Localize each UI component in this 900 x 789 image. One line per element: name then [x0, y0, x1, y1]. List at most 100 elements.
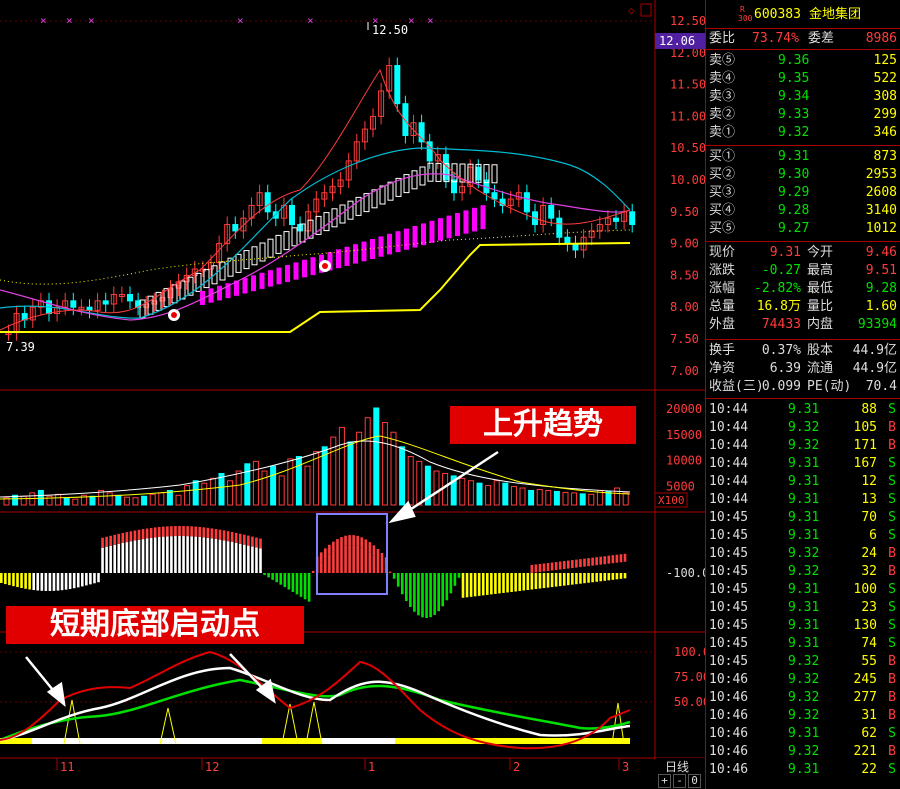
stat-label: 收益(三)	[709, 379, 764, 394]
zoom-in-button[interactable]: +	[658, 774, 671, 788]
reset-button[interactable]: 0	[688, 774, 701, 788]
quote-row: 总量 16.8万 量比 1.60	[706, 298, 900, 316]
macd-bar	[137, 539, 141, 573]
period-label[interactable]: 日线	[665, 758, 689, 775]
zoom-out-button[interactable]: -	[673, 774, 686, 788]
ribbon-bar	[344, 246, 350, 266]
candle	[613, 217, 619, 222]
macd-bar	[101, 547, 104, 573]
bid-price: 9.31	[778, 149, 810, 164]
tick-side: S	[888, 636, 896, 651]
stat-value: 6.39	[769, 361, 801, 376]
ask-label: 卖③	[709, 89, 736, 104]
macd-bar	[368, 552, 372, 573]
volume-bar	[166, 489, 173, 506]
svg-text:×: ×	[88, 14, 95, 27]
tick-price: 9.31	[788, 600, 820, 615]
macd-bar	[328, 554, 331, 573]
ribbon-bar	[472, 207, 477, 232]
quote-row: 外盘 74433 内盘 93394	[706, 316, 900, 334]
macd-bar	[64, 573, 68, 590]
tick-price: 9.32	[788, 654, 820, 669]
macd-bar	[429, 573, 432, 618]
stat-value: 70.4	[865, 379, 897, 394]
quote-label: 内盘	[807, 317, 834, 332]
macd-bar	[490, 573, 493, 595]
stat-value: 0.37%	[761, 343, 801, 358]
quote-value: 74433	[761, 317, 801, 332]
macd-bar	[518, 573, 521, 591]
ribbon-bar	[285, 265, 290, 282]
price-tick: 9.50	[670, 205, 699, 219]
price-tick: 11.00	[670, 109, 705, 123]
macd-bar	[125, 542, 129, 573]
price-tick: 10.00	[670, 173, 705, 187]
ticks-row: 10:45 9.31 130 S	[706, 617, 900, 635]
tick-side: B	[888, 564, 896, 579]
tick-volume: 277	[853, 690, 877, 705]
macd-bar	[348, 545, 351, 573]
ribbon-bar	[276, 267, 282, 285]
macd-bar	[356, 545, 359, 573]
candle	[289, 204, 295, 226]
bid-price: 9.27	[778, 221, 810, 236]
ticks-row: 10:44 9.31 88 S	[706, 401, 900, 419]
svg-text:×: ×	[66, 14, 73, 27]
macd-bar	[530, 573, 534, 590]
quote-row: 涨跌 -0.27 最高 9.51	[706, 262, 900, 280]
macd-bar	[311, 570, 315, 573]
macd-bar	[149, 537, 153, 573]
asks-row: 卖② 9.33 299	[706, 106, 900, 124]
current-price-label: 12.06	[659, 34, 695, 48]
macd-bar	[89, 573, 92, 585]
svg-text:×: ×	[307, 14, 314, 27]
macd-bar	[170, 536, 173, 573]
ask-label: 卖②	[709, 107, 736, 122]
volume-bar	[399, 446, 406, 506]
macd-bar	[554, 573, 558, 587]
tick-time: 10:44	[709, 402, 749, 417]
macd-bar	[117, 543, 121, 573]
macd-bar	[425, 573, 428, 618]
diamond-icon[interactable]: ◇	[628, 4, 635, 17]
stat-label: 净资	[709, 361, 736, 376]
tick-time: 10:46	[709, 744, 749, 759]
quote-row: 现价 9.31 今开 9.46	[706, 244, 900, 262]
quote-value: 93394	[857, 317, 897, 332]
macd-bar	[4, 573, 7, 585]
price-tick: 8.50	[670, 268, 699, 282]
macd-bar	[477, 573, 481, 596]
stat-value: 0.099	[761, 379, 801, 394]
macd-bar	[352, 545, 355, 573]
tick-side: B	[888, 690, 896, 705]
bid-label: 买②	[709, 167, 736, 182]
macd-bar	[12, 573, 15, 587]
tick-volume: 23	[861, 600, 877, 615]
bid-volume: 2608	[865, 185, 897, 200]
tick-price: 9.31	[788, 636, 820, 651]
trend-annotation: 上升趋势	[450, 406, 636, 444]
candle	[523, 192, 530, 213]
tick-volume: 74	[861, 636, 877, 651]
candle	[86, 306, 93, 311]
macd-bar	[380, 562, 384, 573]
bid-label: 买⑤	[709, 221, 736, 236]
macd-bar	[275, 573, 278, 583]
ticks-row: 10:45 9.31 74 S	[706, 635, 900, 653]
tick-side: B	[888, 672, 896, 687]
macd-bar	[449, 573, 453, 594]
candle	[629, 211, 636, 226]
quote-value: 9.46	[865, 245, 897, 260]
tick-volume: 245	[853, 672, 877, 687]
macd-bar	[413, 573, 416, 612]
ribbon-bar	[302, 259, 307, 278]
macd-bar	[591, 573, 594, 583]
ribbon-bar	[387, 233, 392, 255]
tick-volume: 167	[853, 456, 877, 471]
bid-label: 买①	[709, 149, 736, 164]
ribbon-bar	[310, 257, 316, 276]
macd-bar	[190, 536, 193, 573]
macd-bar	[81, 573, 84, 587]
bottom-annotation: 短期底部启动点	[6, 606, 304, 644]
stat-label: PE(动)	[807, 379, 852, 394]
